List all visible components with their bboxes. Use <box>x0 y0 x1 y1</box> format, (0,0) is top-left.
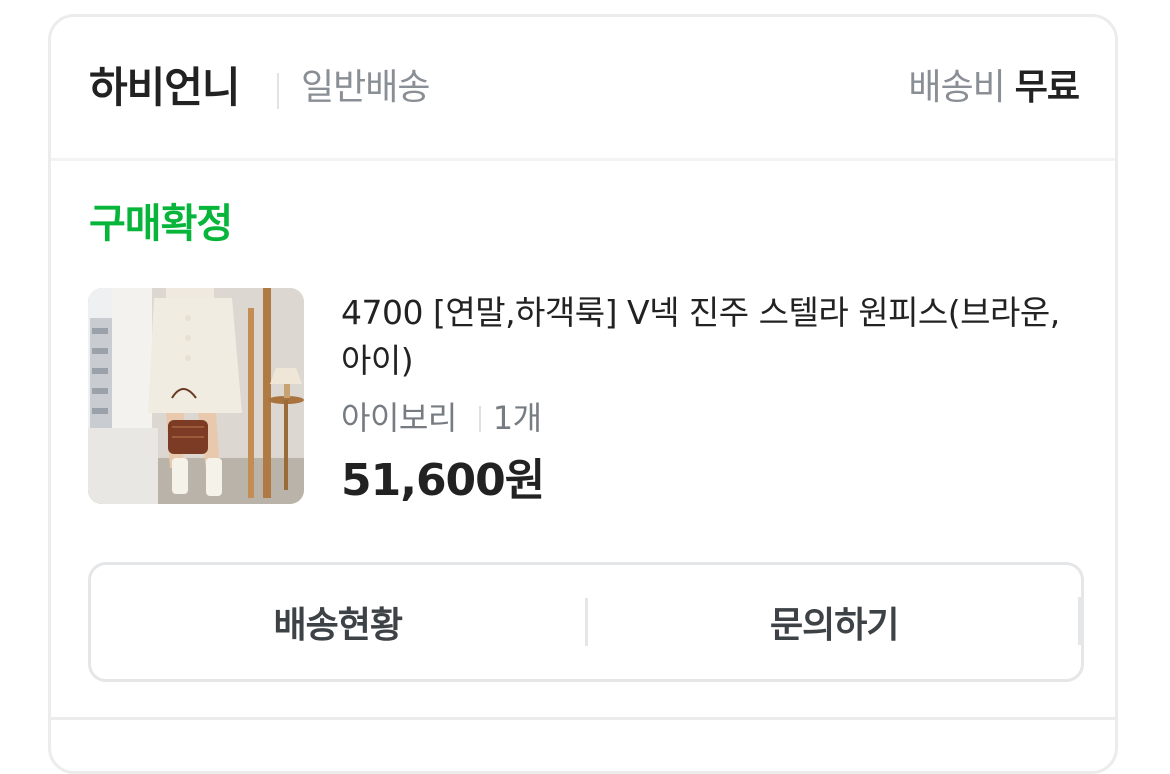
option-divider <box>478 406 481 432</box>
product-thumbnail[interactable] <box>88 288 304 504</box>
seller-name[interactable]: 하비언니 <box>89 63 241 113</box>
shipping-fee-value: 무료 <box>1014 67 1080 108</box>
shipping-fee: 배송비 무료 <box>908 65 1080 111</box>
order-card: 하비언니 일반배송 배송비 무료 구매확정 4700 [연말,하객룩] V넥 진… <box>48 14 1118 774</box>
option-color: 아이보리 <box>341 399 457 437</box>
order-status: 구매확정 <box>89 201 233 247</box>
section-divider <box>51 717 1115 720</box>
seller-header: 하비언니 일반배송 배송비 무료 <box>51 17 1115 161</box>
delivery-status-button[interactable]: 배송현황 <box>91 565 585 679</box>
inquiry-button[interactable]: 문의하기 <box>588 565 1082 679</box>
product-option: 아이보리 1개 <box>341 397 542 439</box>
shipping-fee-label: 배송비 <box>908 67 1005 108</box>
product-photo <box>88 288 304 504</box>
order-actions: 배송현황 문의하기 <box>88 562 1084 682</box>
option-quantity: 1개 <box>492 399 542 437</box>
shipping-type: 일반배송 <box>301 67 430 108</box>
product-name[interactable]: 4700 [연말,하객룩] V넥 진주 스텔라 원피스(브라운,아이) <box>341 289 1081 385</box>
product-price: 51,600원 <box>341 455 545 506</box>
actions-edge-divider <box>1078 597 1081 645</box>
